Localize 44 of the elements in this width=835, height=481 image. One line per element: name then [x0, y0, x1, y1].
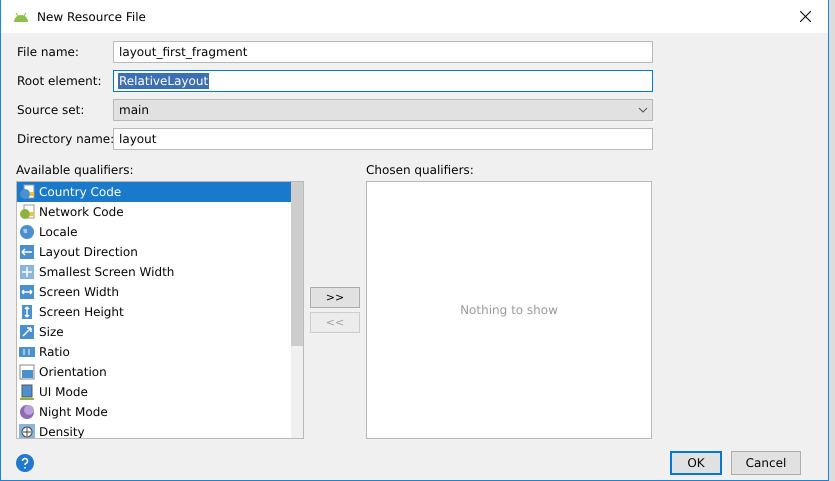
empty-message: Nothing to show	[460, 303, 558, 317]
list-item[interactable]: Country Code	[17, 182, 293, 202]
window-icon	[19, 364, 35, 380]
vertical-arrows-icon	[19, 304, 35, 320]
dropdown[interactable]: main	[113, 99, 653, 121]
window-title: New Resource File	[37, 10, 147, 24]
chevron-down-icon	[638, 107, 648, 113]
scrollbar[interactable]	[291, 182, 303, 438]
list-item[interactable]: Size	[17, 322, 293, 342]
dialog-button[interactable]: OK	[670, 451, 722, 475]
list-item[interactable]: Layout Direction	[17, 242, 293, 262]
field-label: Directory name:	[16, 132, 113, 146]
list-item[interactable]: Locale	[17, 222, 293, 242]
close-icon	[800, 11, 810, 22]
list-item[interactable]: Night Mode	[17, 402, 293, 422]
list-item[interactable]: Network Code	[17, 202, 293, 222]
field-label: File name:	[16, 45, 80, 59]
ratio-icon	[19, 344, 35, 360]
moon-icon	[19, 404, 35, 420]
scrollbar-thumb[interactable]	[291, 182, 303, 346]
android-icon	[13, 12, 29, 22]
field-label: Source set:	[16, 103, 86, 117]
input-field[interactable]: layout	[113, 128, 653, 150]
list-label: Available qualifiers:	[16, 163, 135, 179]
list-item[interactable]: Screen Height	[17, 302, 293, 322]
help-icon[interactable]	[16, 454, 34, 472]
input-field[interactable]: RelativeLayout	[113, 70, 653, 92]
list-item[interactable]: Ratio	[17, 342, 293, 362]
list-item[interactable]: Smallest Screen Width	[17, 262, 293, 282]
globe-icon	[19, 224, 35, 240]
horizontal-arrows-icon	[19, 284, 35, 300]
list-item[interactable]: Screen Width	[17, 282, 293, 302]
antenna-card-icon	[19, 204, 35, 220]
dialog-button[interactable]: Cancel	[731, 451, 801, 475]
globe-card-icon	[19, 184, 35, 200]
list-item[interactable]: Orientation	[17, 362, 293, 382]
move-button[interactable]: >>	[310, 287, 360, 308]
diagonal-arrow-icon	[19, 324, 35, 340]
input-field[interactable]: layout_first_fragment	[113, 41, 653, 63]
field-label: Root element:	[16, 74, 103, 88]
list-item[interactable]: UI Mode	[17, 382, 293, 402]
list-label: Chosen qualifiers:	[366, 163, 475, 179]
four-arrows-icon	[19, 264, 35, 280]
monitor-icon	[19, 384, 35, 400]
